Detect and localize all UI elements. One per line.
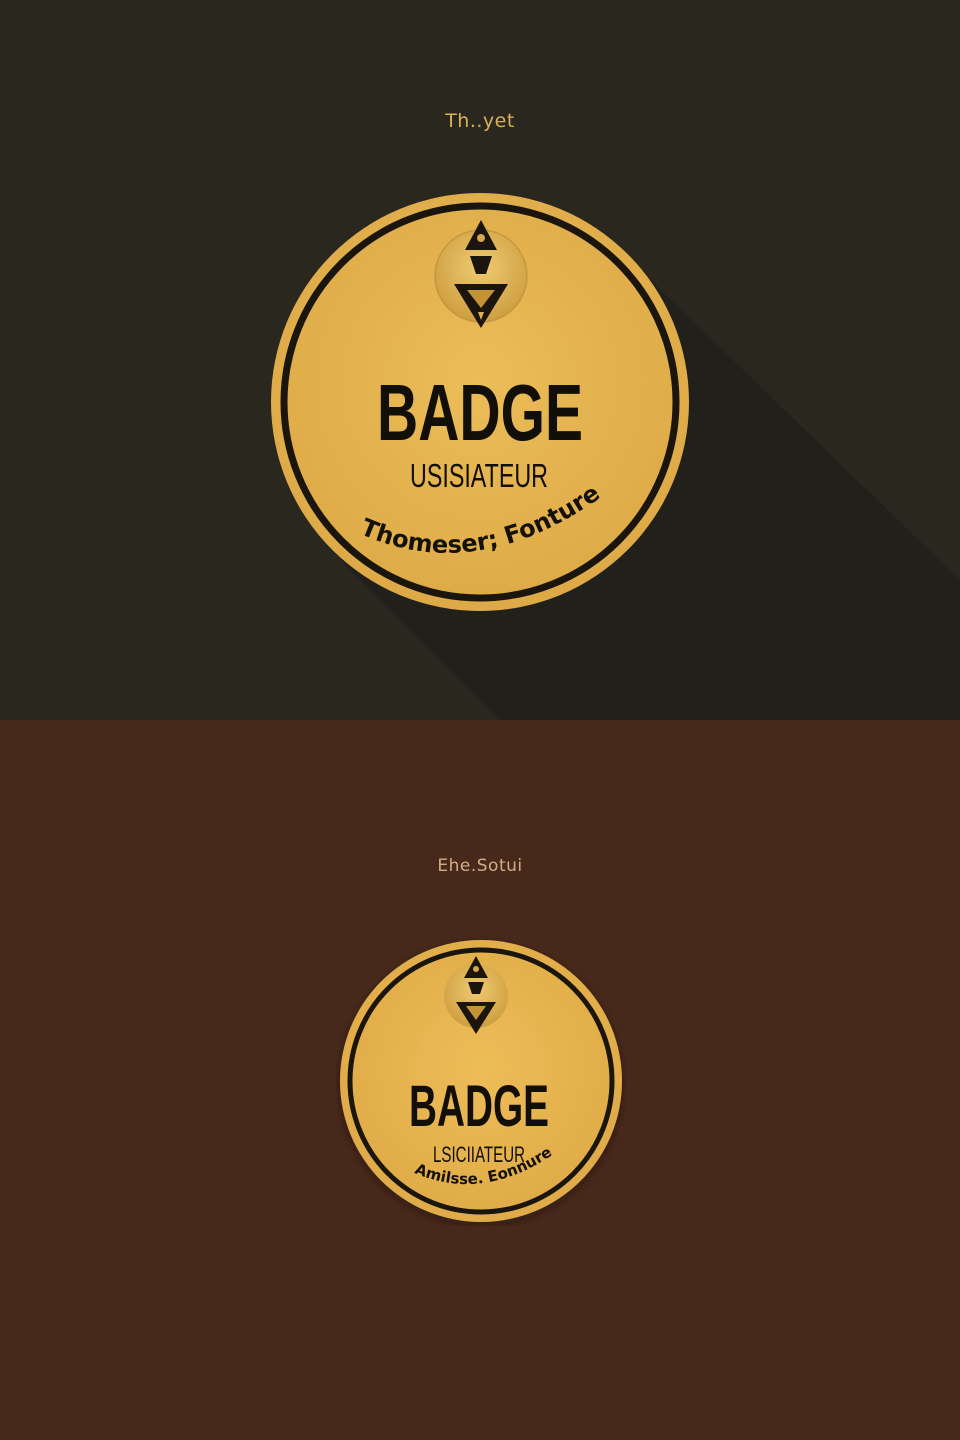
badge-title: BADGE (409, 1074, 549, 1139)
top-caption: Th..yet (445, 110, 515, 132)
top-panel: Th..yet BADGE USISIATEUR Thomeser; Fontu… (0, 0, 960, 720)
bottom-badge: BADGE LSICIIATEUR Amilsse. Eonnure (336, 936, 626, 1226)
bottom-panel: Ehe.Sotui BADGE LSICIIATEUR Amilsse. Eon… (0, 720, 960, 1440)
top-badge: BADGE USISIATEUR Thomeser; Fonture (270, 192, 690, 612)
bottom-caption: Ehe.Sotui (437, 856, 523, 876)
badge-subtitle: USISIATEUR (410, 457, 548, 494)
badge-title: BADGE (377, 368, 583, 457)
